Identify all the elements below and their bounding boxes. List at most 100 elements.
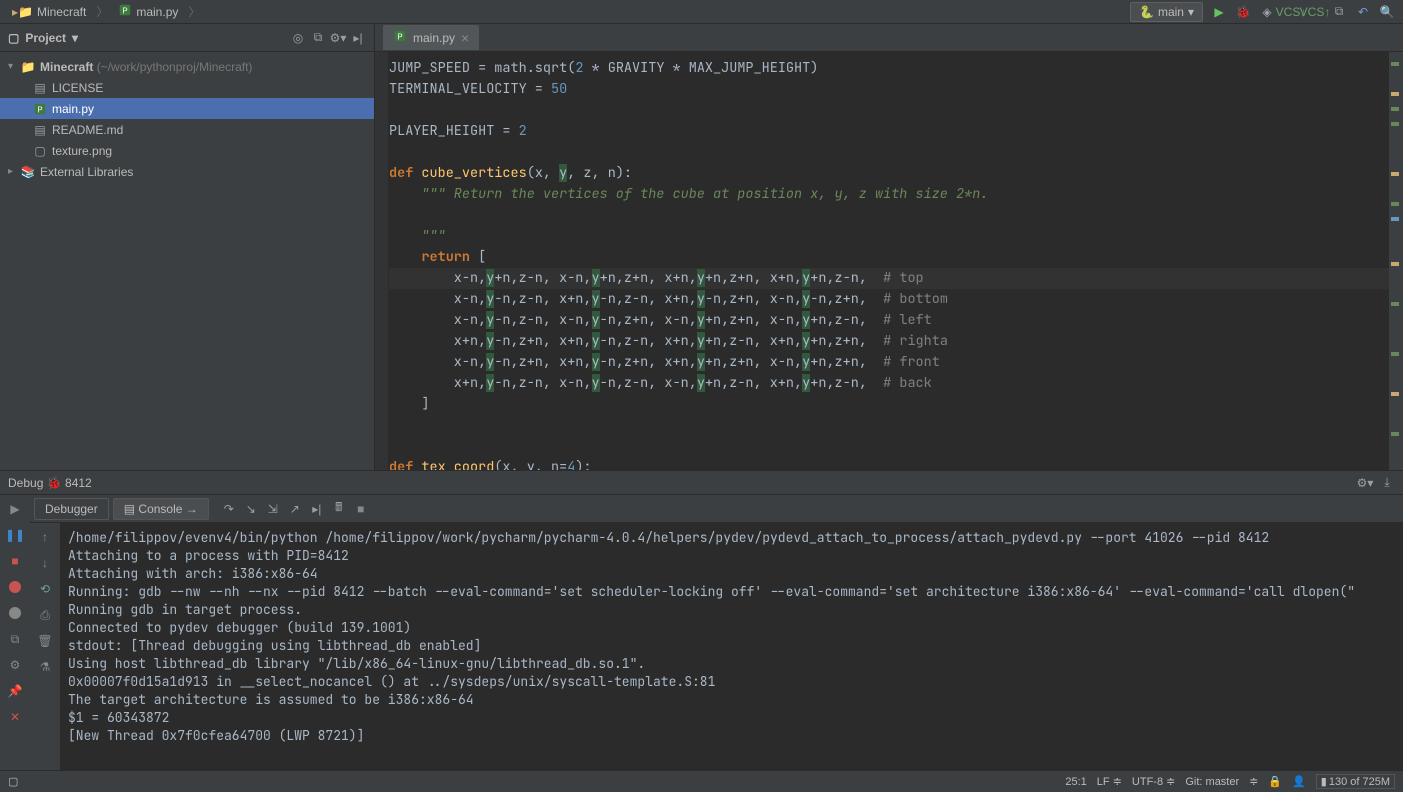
tree-external-libraries[interactable]: ▸ 📚 External Libraries: [0, 161, 374, 182]
debug-left-toolbar: ▶ ❚❚ ■ ⧉ ⚙ 📌 ✕: [0, 495, 30, 770]
undo-button[interactable]: ↶: [1355, 4, 1371, 20]
image-file-icon: ▢: [32, 144, 48, 158]
git-branch[interactable]: Git: master: [1185, 776, 1239, 788]
gear-icon[interactable]: ⚙▾: [330, 30, 346, 46]
console-icon: ▤: [124, 502, 135, 516]
tree-label: LICENSE: [52, 81, 103, 95]
debug-console-output[interactable]: /home/filippov/evenv4/bin/python /home/f…: [60, 523, 1403, 770]
tree-root-path: (~/work/pythonproj/Minecraft): [97, 60, 253, 74]
coverage-button[interactable]: ◈: [1259, 4, 1275, 20]
source-code-editor[interactable]: JUMP_SPEED = math.sqrt(2 * GRAVITY * MAX…: [389, 52, 1389, 470]
force-step-into-icon[interactable]: ⇲: [265, 501, 281, 517]
memory-text: 130 of 725M: [1329, 776, 1390, 788]
run-config-selector[interactable]: 🐍 main ▾: [1130, 2, 1203, 22]
tree-label: main.py: [52, 102, 94, 116]
file-encoding[interactable]: UTF-8: [1132, 776, 1163, 788]
breadcrumb-file[interactable]: P main.py: [114, 1, 182, 22]
run-to-cursor-icon[interactable]: ▸|: [309, 501, 325, 517]
run-config-label: main: [1158, 5, 1184, 19]
lock-icon[interactable]: 🔒: [1268, 775, 1282, 788]
pin-button[interactable]: 📌: [5, 681, 25, 701]
breadcrumb-sep: 〉: [96, 3, 108, 20]
breadcrumb-sep: 〉: [188, 3, 200, 20]
scroll-to-source-icon[interactable]: ◎: [290, 30, 306, 46]
tab-console[interactable]: ▤ Console →: [113, 498, 209, 520]
debug-header: Debug 🐞 8412 ⚙▾ ⤓: [0, 471, 1403, 495]
breadcrumb-file-label: main.py: [136, 5, 178, 19]
breadcrumb-project[interactable]: ▸📁 Minecraft: [8, 3, 90, 21]
down-button[interactable]: ↓: [35, 553, 55, 573]
stop-button[interactable]: ■: [5, 551, 25, 571]
console-left-toolbar: ↑ ↓ ⟲ ⎙ 🗑 ⚗: [30, 523, 60, 770]
stop-icon[interactable]: ■: [353, 501, 369, 517]
vcs-history-button[interactable]: ⧉: [1331, 4, 1347, 20]
tab-debugger[interactable]: Debugger: [34, 498, 109, 520]
navbar: ▸📁 Minecraft 〉 P main.py 〉 🐍 main ▾ ▶ 🐞 …: [0, 0, 1403, 24]
breadcrumb-project-label: Minecraft: [37, 5, 86, 19]
debug-pid: 8412: [65, 476, 92, 490]
editor-gutter[interactable]: [375, 52, 389, 470]
tool-windows-icon[interactable]: ▢: [8, 775, 18, 788]
up-button[interactable]: ↑: [35, 527, 55, 547]
svg-text:P: P: [123, 7, 128, 16]
chevron-down-icon[interactable]: ▾: [72, 31, 78, 45]
editor-tab-label: main.py: [413, 31, 455, 45]
error-stripe[interactable]: [1389, 52, 1403, 470]
step-over-icon[interactable]: ↷: [221, 501, 237, 517]
svg-text:P: P: [37, 105, 42, 114]
vcs-commit-button[interactable]: VCS↑: [1307, 4, 1323, 20]
view-breakpoints-button[interactable]: [5, 577, 25, 597]
editor-tabs: P main.py ×: [375, 24, 1403, 52]
soft-wrap-button[interactable]: ⟲: [35, 579, 55, 599]
filter-button[interactable]: ⚗: [35, 657, 55, 677]
close-tab-icon[interactable]: ×: [461, 31, 469, 45]
hide-panel-icon[interactable]: ▸|: [350, 30, 366, 46]
folder-icon: ▸📁: [12, 5, 33, 19]
tree-file-license[interactable]: ▤ LICENSE: [0, 77, 374, 98]
clear-button[interactable]: 🗑: [35, 631, 55, 651]
editor-area: P main.py × JUMP_SPEED = math.sqrt(2 * G…: [375, 24, 1403, 470]
tree-file-main-py[interactable]: P main.py: [0, 98, 374, 119]
layout-button[interactable]: ⧉: [5, 629, 25, 649]
expand-arrow-icon[interactable]: ▾: [8, 61, 20, 72]
text-file-icon: ▤: [32, 123, 48, 137]
rerun-button[interactable]: ▶: [5, 499, 25, 519]
collapse-all-icon[interactable]: ⧉: [310, 30, 326, 46]
settings-button[interactable]: ⚙: [5, 655, 25, 675]
print-button[interactable]: ⎙: [35, 605, 55, 625]
debug-button[interactable]: 🐞: [1235, 4, 1251, 20]
gear-icon[interactable]: ⚙▾: [1357, 475, 1373, 491]
search-button[interactable]: 🔍: [1379, 4, 1395, 20]
mute-breakpoints-button[interactable]: [5, 603, 25, 623]
pause-button[interactable]: ❚❚: [5, 525, 25, 545]
expand-arrow-icon[interactable]: ▸: [8, 166, 20, 177]
inspect-icon[interactable]: 👤: [1292, 775, 1306, 788]
git-options-icon[interactable]: ≑: [1249, 775, 1258, 788]
editor-tab-main-py[interactable]: P main.py ×: [383, 25, 479, 50]
debug-tabs: Debugger ▤ Console → ↷ ↘ ⇲ ↗ ▸| 🖩 ■: [30, 495, 1403, 523]
step-out-icon[interactable]: ↗: [287, 501, 303, 517]
evaluate-icon[interactable]: 🖩: [331, 501, 347, 517]
bug-icon: 🐞: [47, 476, 62, 490]
project-panel-title: Project: [25, 31, 66, 45]
line-separator[interactable]: LF: [1097, 776, 1110, 788]
hide-panel-icon[interactable]: ⤓: [1379, 475, 1395, 491]
project-root-node[interactable]: ▾ 📁 Minecraft (~/work/pythonproj/Minecra…: [0, 56, 374, 77]
tree-file-readme[interactable]: ▤ README.md: [0, 119, 374, 140]
vcs-update-button[interactable]: VCS↓: [1283, 4, 1299, 20]
tree-file-texture[interactable]: ▢ texture.png: [0, 140, 374, 161]
project-panel-header: ▢ Project ▾ ◎ ⧉ ⚙▾ ▸|: [0, 24, 374, 52]
python-file-icon: P: [32, 102, 48, 116]
tree-label: texture.png: [52, 144, 112, 158]
memory-indicator[interactable]: ▮ 130 of 725M: [1316, 774, 1395, 789]
caret-position[interactable]: 25:1: [1065, 776, 1086, 788]
close-button[interactable]: ✕: [5, 707, 25, 727]
pin-icon: →: [186, 502, 198, 516]
python-file-icon: P: [118, 3, 132, 20]
svg-text:P: P: [397, 33, 402, 42]
run-button[interactable]: ▶: [1211, 4, 1227, 20]
project-tool-window: ▢ Project ▾ ◎ ⧉ ⚙▾ ▸| ▾ 📁 Minecraft (~/w…: [0, 24, 375, 470]
status-bar: ▢ 25:1 LF ≑ UTF-8 ≑ Git: master ≑ 🔒 👤 ▮ …: [0, 770, 1403, 792]
step-into-icon[interactable]: ↘: [243, 501, 259, 517]
library-icon: 📚: [20, 165, 36, 179]
